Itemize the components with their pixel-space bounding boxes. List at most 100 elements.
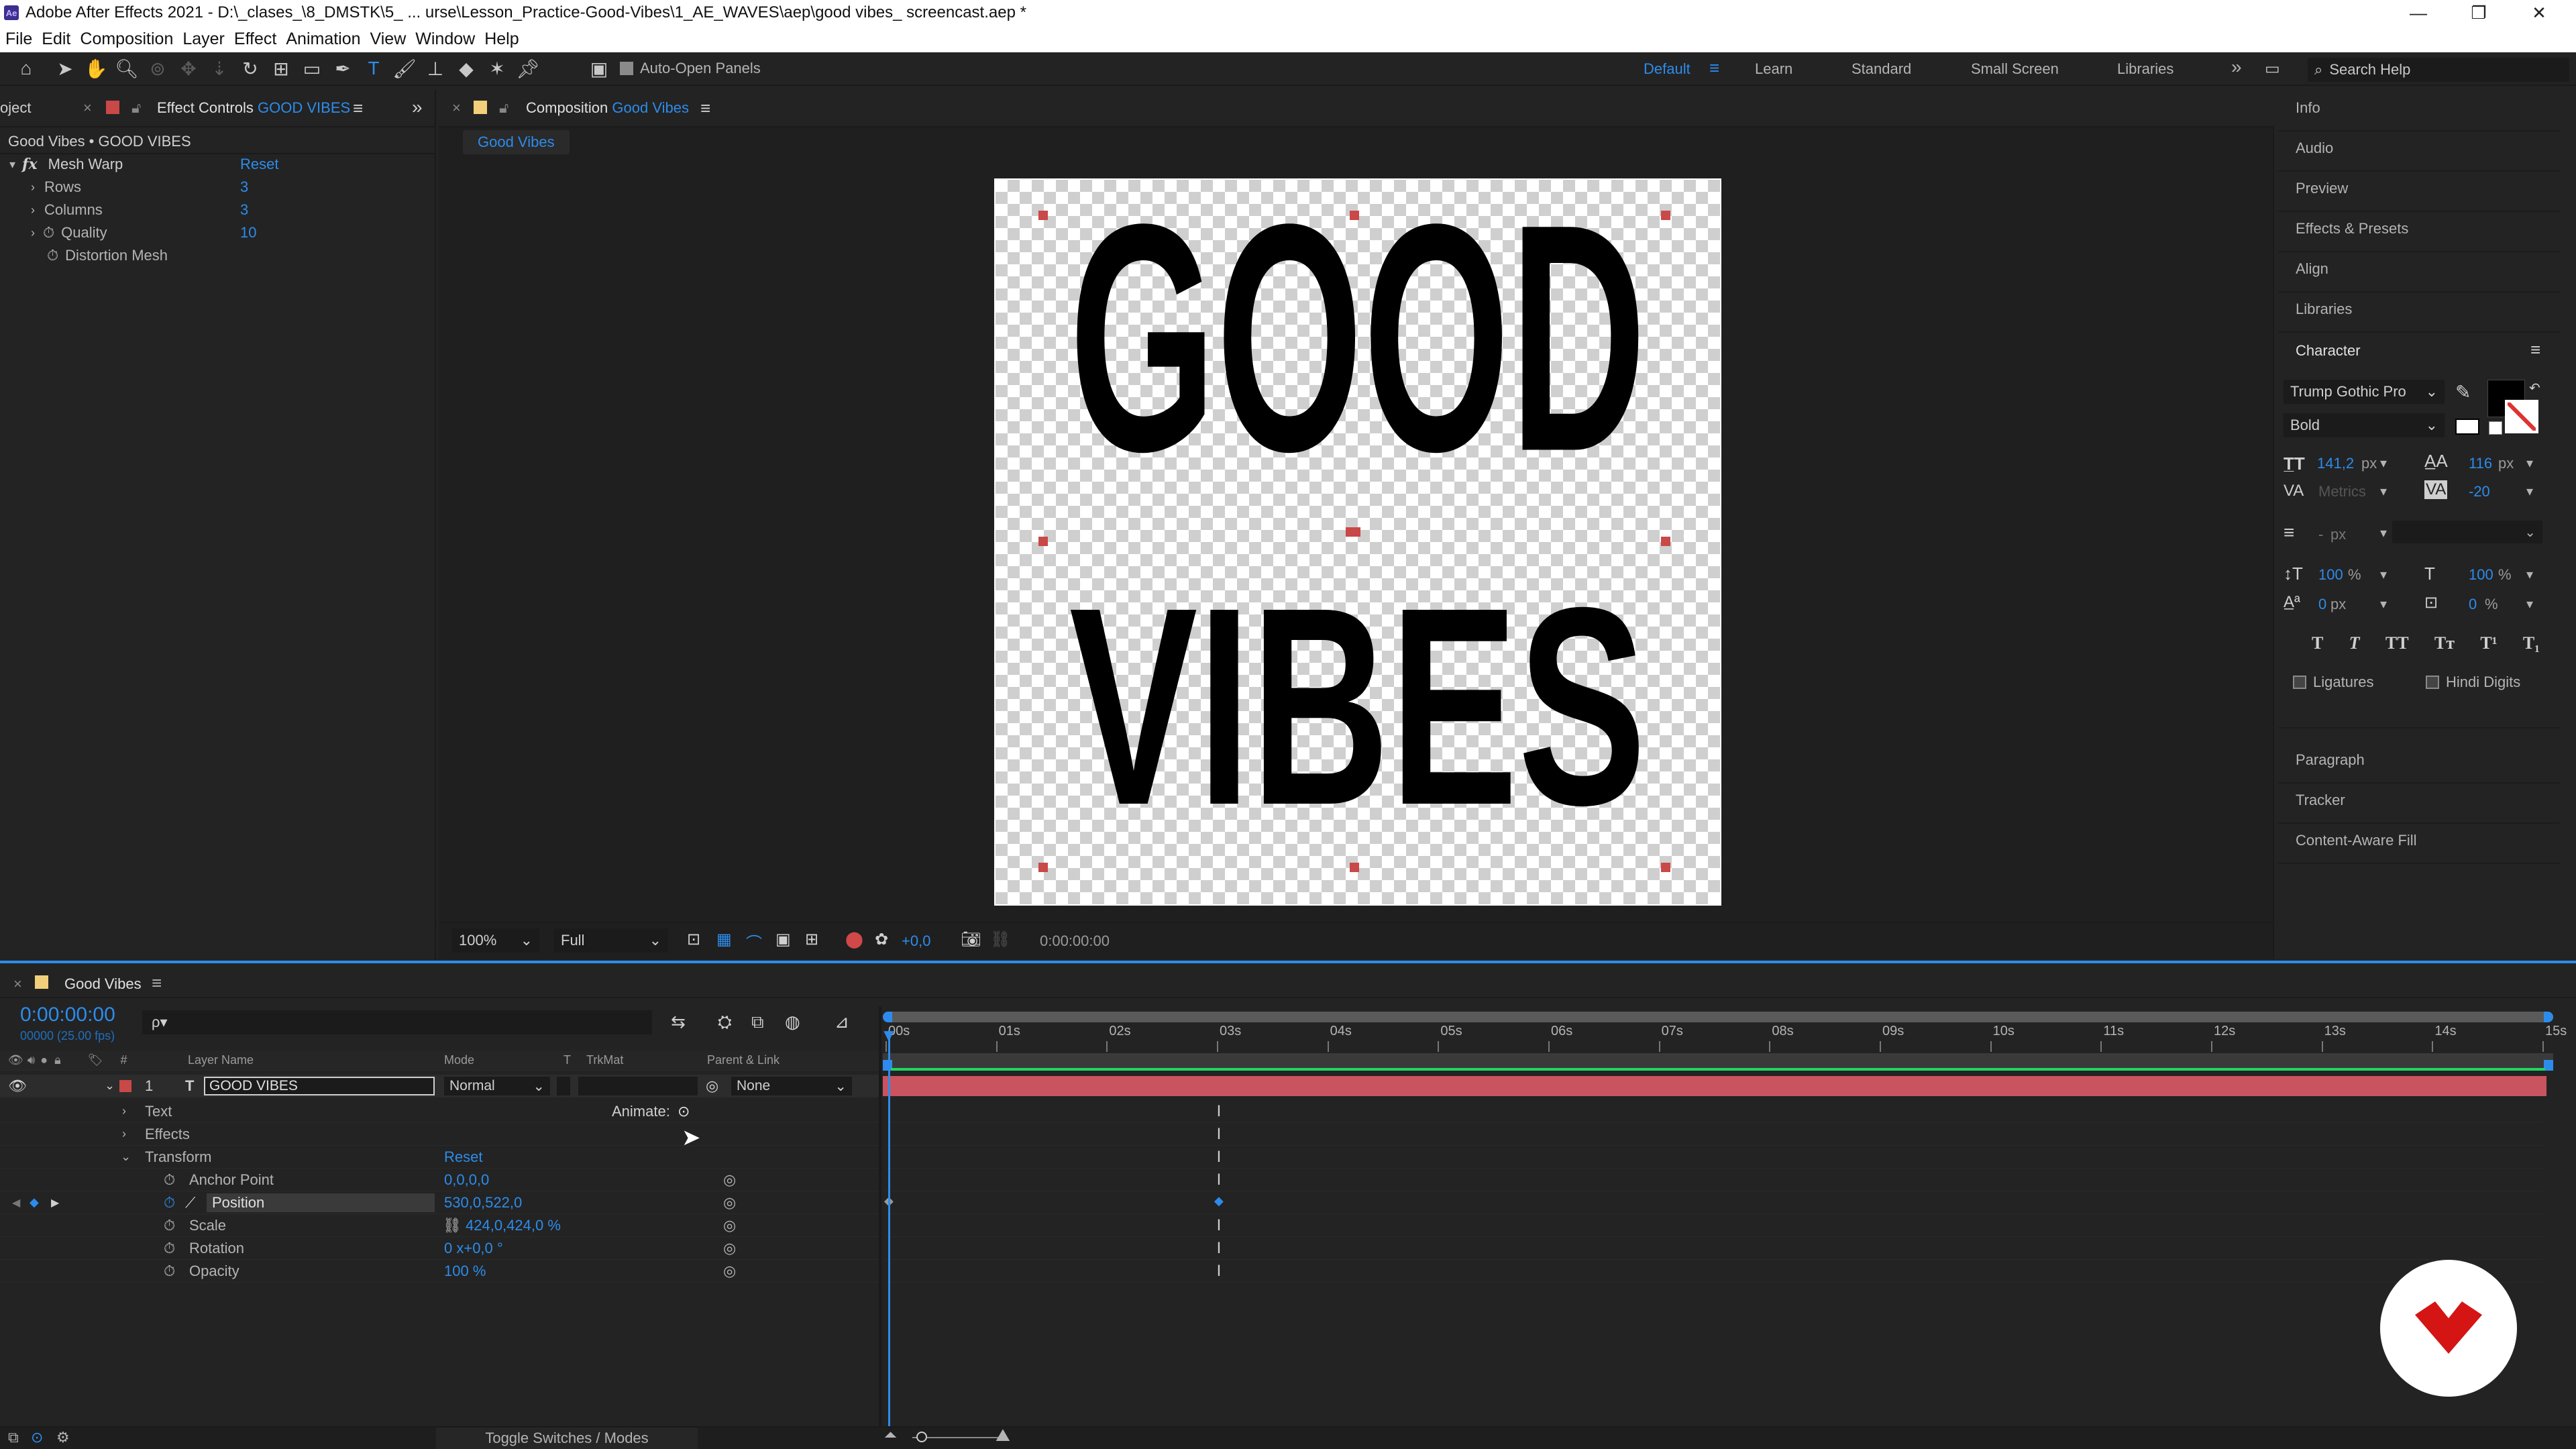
scale-value[interactable]: 424,0,424,0 % <box>466 1217 561 1234</box>
chevron-down-icon[interactable]: ▾ <box>2380 455 2387 472</box>
expression-pickwhip-icon[interactable]: ◎ <box>723 1263 736 1280</box>
current-time-display[interactable]: 0:00:00:00 <box>1040 932 1110 950</box>
chevron-right-icon[interactable]: › <box>122 1104 126 1118</box>
auto-open-panels-checkbox[interactable] <box>620 62 633 75</box>
trkmat-header[interactable]: TrkMat <box>586 1053 623 1067</box>
keyframe-diamond-icon[interactable]: ◆ <box>30 1195 39 1210</box>
group-effects[interactable]: › Effects <box>0 1123 879 1146</box>
timeline-tab[interactable]: Good Vibes <box>64 975 142 993</box>
ligatures-checkbox[interactable] <box>2293 676 2306 689</box>
selection-tool-icon[interactable]: ➤ <box>50 55 80 82</box>
layer-switches-icon[interactable]: ⧉ <box>8 1429 19 1446</box>
chevron-down-icon[interactable]: ⌄ <box>121 1150 131 1164</box>
leading-value[interactable]: 116 <box>2469 455 2492 472</box>
composition-tab[interactable]: Composition Good Vibes <box>526 99 689 117</box>
audio-panel-header[interactable]: Audio <box>2296 140 2333 157</box>
stopwatch-icon[interactable]: ⏱︎ <box>164 1263 175 1280</box>
effect-reset-button[interactable]: Reset <box>240 156 278 173</box>
time-navigator-bar[interactable] <box>883 1012 2553 1022</box>
exposure-value[interactable]: +0,0 <box>902 932 930 950</box>
panel-menu-icon[interactable]: ≡ <box>353 98 363 119</box>
layer-duration-bar[interactable] <box>883 1076 2546 1096</box>
chevron-down-icon[interactable]: ⌄ <box>105 1079 115 1093</box>
faux-italic-button[interactable]: T <box>2349 633 2360 653</box>
brush-tool-icon[interactable]: 🖌︎ <box>389 55 420 82</box>
constrain-proportions-icon[interactable]: ⛓︎ <box>443 1217 462 1234</box>
rotation-tool-icon[interactable]: ↻ <box>235 55 266 82</box>
eyedropper-icon[interactable]: ✎ <box>2455 381 2471 403</box>
chevron-down-icon[interactable]: ▾ <box>2526 596 2533 612</box>
expression-pickwhip-icon[interactable]: ◎ <box>723 1240 736 1257</box>
track-matte-select[interactable] <box>578 1077 698 1095</box>
paragraph-panel-header[interactable]: Paragraph <box>2296 751 2365 769</box>
panel-menu-icon[interactable]: ≡ <box>2530 339 2540 360</box>
group-transform[interactable]: ⌄ Transform Reset <box>0 1146 879 1169</box>
home-icon[interactable]: ⌂ <box>11 55 42 82</box>
expand-panels-icon[interactable]: » <box>412 97 423 118</box>
kerning-value[interactable]: Metrics <box>2318 483 2366 500</box>
close-tab-icon[interactable]: × <box>452 99 461 117</box>
chevron-down-icon[interactable]: ▾ <box>2526 483 2533 500</box>
stopwatch-active-icon[interactable]: ⏱︎ <box>164 1194 175 1212</box>
chevron-down-icon[interactable]: ▾ <box>2380 566 2387 583</box>
mode-header[interactable]: Mode <box>444 1053 474 1067</box>
panel-toggle-icon[interactable]: ▣ <box>584 55 614 82</box>
expression-pickwhip-icon[interactable]: ◎ <box>723 1217 736 1234</box>
hand-tool-icon[interactable]: ✋ <box>80 55 111 82</box>
work-area-bar[interactable] <box>883 1053 2553 1071</box>
prop-scale[interactable]: ⏱︎ Scale ⛓︎ 424,0,424,0 % ◎ <box>0 1214 879 1237</box>
layer-name-header[interactable]: Layer Name <box>188 1053 254 1067</box>
align-panel-header[interactable]: Align <box>2296 260 2328 278</box>
chevron-down-icon[interactable]: ▾ <box>2380 596 2387 612</box>
baseline-shift-value[interactable]: 0 <box>2318 596 2326 613</box>
chevron-down-icon[interactable]: ▾ <box>9 158 15 172</box>
position-keyframe-3s[interactable]: ◆ <box>1214 1194 1224 1208</box>
hindi-digits-option[interactable]: Hindi Digits <box>2426 674 2520 691</box>
workspace-libraries[interactable]: Libraries <box>2117 60 2174 78</box>
fast-previews-icon[interactable]: ⊡ <box>687 930 700 949</box>
chevron-down-icon[interactable]: ▾ <box>2526 566 2533 583</box>
toggle-switches-modes-button[interactable]: Toggle Switches / Modes <box>436 1428 698 1449</box>
menu-animation[interactable]: Animation <box>286 30 360 49</box>
eye-icon[interactable]: 👁︎ <box>8 1077 27 1095</box>
chevron-right-icon[interactable]: › <box>31 180 35 195</box>
character-panel-header[interactable]: Character <box>2296 342 2361 360</box>
menu-layer[interactable]: Layer <box>182 30 225 49</box>
work-area-end-handle[interactable] <box>2544 1060 2553 1071</box>
close-tab-icon[interactable]: × <box>83 99 92 117</box>
menu-help[interactable]: Help <box>484 30 519 49</box>
tsume-value[interactable]: 0 <box>2469 596 2477 613</box>
stroke-width-value[interactable]: - <box>2318 526 2323 543</box>
chevron-down-icon[interactable]: ▾ <box>2526 455 2533 472</box>
opacity-value[interactable]: 100 % <box>444 1263 486 1280</box>
panel-menu-icon[interactable]: ≡ <box>700 98 710 119</box>
layer-row-good-vibes[interactable]: 👁︎ ⌄ 1 T GOOD VIBES Normal ⌄ ◎ None ⌄ <box>0 1075 879 1097</box>
timeline-search-input[interactable]: ρ▾ <box>142 1010 652 1034</box>
dolly-camera-icon[interactable]: ⇣ <box>204 55 235 82</box>
effect-controls-tab[interactable]: Effect Controls GOOD VIBES <box>157 99 350 117</box>
chevron-right-icon[interactable]: › <box>31 203 35 217</box>
pen-tool-icon[interactable]: ✒ <box>327 55 358 82</box>
info-panel-header[interactable]: Info <box>2296 99 2320 117</box>
tracking-value[interactable]: -20 <box>2469 483 2490 500</box>
puppet-pin-tool-icon[interactable]: 📌︎ <box>513 55 543 82</box>
workspace-default[interactable]: Default <box>1644 60 1690 78</box>
stopwatch-icon[interactable]: ⏱︎ <box>164 1171 175 1189</box>
menu-file[interactable]: File <box>5 30 32 49</box>
shy-layers-icon[interactable]: ⧉ <box>751 1012 764 1033</box>
search-help-field[interactable]: ⌕ Search Help <box>2308 58 2569 82</box>
snapshot-camera-icon[interactable]: 📷︎ <box>961 930 981 949</box>
swap-colors-icon[interactable]: ↶ <box>2529 380 2540 396</box>
prop-rotation[interactable]: ⏱︎ Rotation 0 x+0,0 ° ◎ <box>0 1237 879 1260</box>
prop-position[interactable]: ◀ ◆ ▶ ⏱︎ ⟋ Position 530,0,522,0 ◎ <box>0 1191 879 1214</box>
comp-flowchart-tab[interactable]: Good Vibes <box>463 130 570 154</box>
minimize-button[interactable]: — <box>2388 0 2449 25</box>
mask-visibility-icon[interactable]: ⌒ <box>746 930 762 953</box>
chevron-down-icon[interactable]: ▾ <box>2380 483 2387 500</box>
channels-icon[interactable]: ⬤ <box>845 930 863 949</box>
lock-icon[interactable]: 🔓︎ <box>131 99 141 117</box>
transfer-controls-icon[interactable]: ⊙ <box>31 1429 43 1446</box>
timeline-current-time[interactable]: 0:00:00:00 <box>20 1004 115 1026</box>
composition-mini-flowchart-icon[interactable]: ⇆ <box>671 1012 686 1032</box>
subscript-button[interactable]: T₁ <box>2523 633 2540 653</box>
